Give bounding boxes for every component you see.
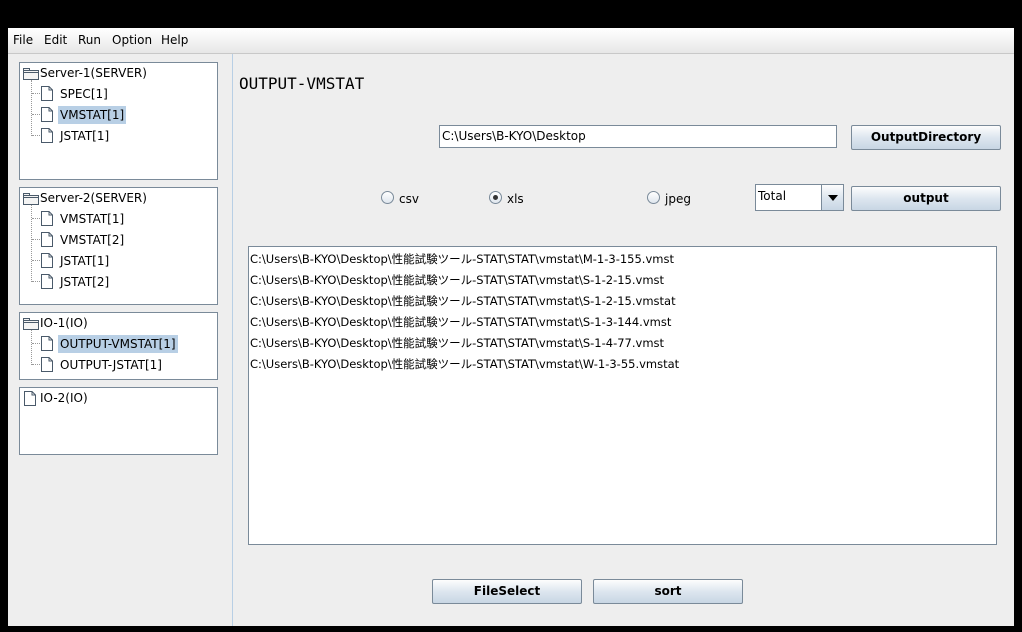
output-type-select[interactable]: Total	[755, 184, 844, 211]
menu-file[interactable]: File	[13, 33, 33, 47]
tree-group-io-1: IO-1(IO) OUTPUT-VMSTAT[1] OUTPUT-JSTAT[1…	[19, 312, 218, 380]
page-title: OUTPUT-VMSTAT	[239, 74, 365, 93]
list-item[interactable]: C:\Users\B-KYO\Desktop\性能試験ツール-STAT\STAT…	[249, 354, 996, 375]
tree-group-server-1: Server-1(SERVER) SPEC[1] VMSTAT[1] JSTAT…	[19, 62, 218, 180]
folder-icon	[23, 68, 39, 80]
radio-jpeg-indicator[interactable]	[647, 191, 660, 204]
file-select-button[interactable]: FileSelect	[432, 579, 582, 604]
radio-jpeg-label: jpeg	[665, 192, 691, 206]
main-panel: OUTPUT-VMSTAT OutputDirectory csv xls jp…	[233, 54, 1014, 626]
app-window: File Edit Run Option Help Server-1(SERVE…	[8, 28, 1014, 626]
tree-node-jstat-1[interactable]: JSTAT[1]	[58, 127, 111, 145]
output-directory-button[interactable]: OutputDirectory	[851, 125, 1001, 150]
radio-xls[interactable]: xls	[489, 191, 524, 207]
output-directory-input[interactable]	[439, 125, 837, 148]
file-icon	[41, 128, 53, 143]
list-item[interactable]: C:\Users\B-KYO\Desktop\性能試験ツール-STAT\STAT…	[249, 291, 996, 312]
output-type-value: Total	[758, 189, 787, 203]
file-icon	[41, 211, 53, 226]
folder-icon	[23, 193, 39, 205]
radio-csv-indicator[interactable]	[381, 191, 394, 204]
tree-node-io-1[interactable]: IO-1(IO)	[38, 314, 90, 332]
tree-node-output-jstat-1[interactable]: OUTPUT-JSTAT[1]	[58, 356, 164, 374]
file-icon	[41, 274, 53, 289]
list-item[interactable]: C:\Users\B-KYO\Desktop\性能試験ツール-STAT\STAT…	[249, 249, 996, 270]
tree-node-io-2[interactable]: IO-2(IO)	[38, 389, 90, 407]
chevron-down-icon[interactable]	[821, 185, 843, 210]
menu-bar: File Edit Run Option Help	[8, 28, 1014, 54]
tree-node-vmstat-1[interactable]: VMSTAT[1]	[58, 210, 126, 228]
tree-node-server-1[interactable]: Server-1(SERVER)	[38, 64, 149, 82]
tree-group-server-2: Server-2(SERVER) VMSTAT[1] VMSTAT[2] JST…	[19, 187, 218, 305]
radio-xls-indicator[interactable]	[489, 191, 502, 204]
file-icon	[41, 232, 53, 247]
tree-node-jstat-2[interactable]: JSTAT[2]	[58, 273, 111, 291]
list-item[interactable]: C:\Users\B-KYO\Desktop\性能試験ツール-STAT\STAT…	[249, 333, 996, 354]
tree-panel: Server-1(SERVER) SPEC[1] VMSTAT[1] JSTAT…	[8, 54, 233, 626]
tree-node-vmstat-1[interactable]: VMSTAT[1]	[58, 106, 127, 124]
tree-node-spec-1[interactable]: SPEC[1]	[58, 85, 110, 103]
sort-button[interactable]: sort	[593, 579, 743, 604]
menu-run[interactable]: Run	[78, 33, 101, 47]
file-list[interactable]: C:\Users\B-KYO\Desktop\性能試験ツール-STAT\STAT…	[248, 246, 997, 545]
file-icon	[24, 391, 36, 406]
radio-csv-label: csv	[399, 192, 419, 206]
file-icon	[41, 86, 53, 101]
radio-xls-label: xls	[507, 192, 524, 206]
tree-node-server-2[interactable]: Server-2(SERVER)	[38, 189, 149, 207]
tree-node-vmstat-2[interactable]: VMSTAT[2]	[58, 231, 126, 249]
file-icon	[41, 107, 53, 122]
radio-csv[interactable]: csv	[381, 191, 419, 207]
tree-group-io-2: IO-2(IO)	[19, 387, 218, 455]
tree-node-jstat-1[interactable]: JSTAT[1]	[58, 252, 111, 270]
menu-option[interactable]: Option	[112, 33, 152, 47]
tree-node-output-vmstat-1[interactable]: OUTPUT-VMSTAT[1]	[58, 335, 178, 353]
folder-icon	[23, 318, 39, 330]
radio-jpeg[interactable]: jpeg	[647, 191, 691, 207]
output-button[interactable]: output	[851, 186, 1001, 211]
file-icon	[41, 357, 53, 372]
menu-edit[interactable]: Edit	[44, 33, 67, 47]
list-item[interactable]: C:\Users\B-KYO\Desktop\性能試験ツール-STAT\STAT…	[249, 270, 996, 291]
menu-help[interactable]: Help	[161, 33, 188, 47]
list-item[interactable]: C:\Users\B-KYO\Desktop\性能試験ツール-STAT\STAT…	[249, 312, 996, 333]
file-icon	[41, 336, 53, 351]
file-icon	[41, 253, 53, 268]
